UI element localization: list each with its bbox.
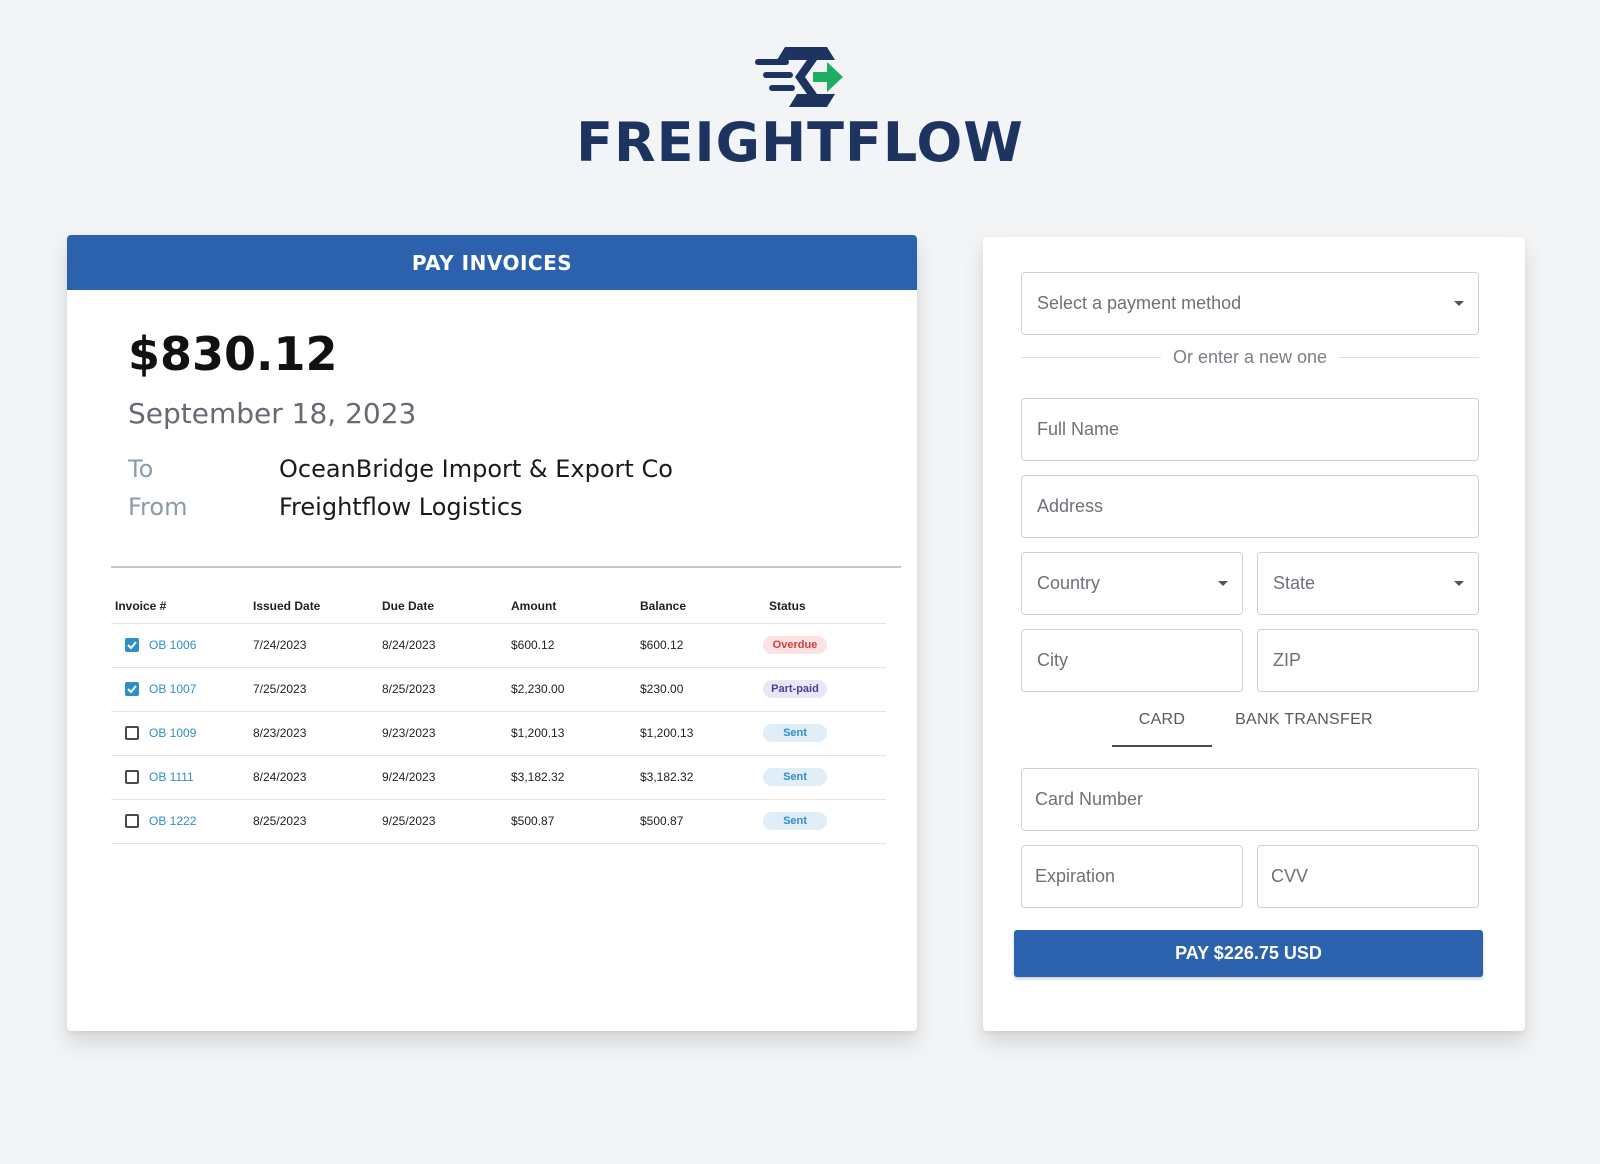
tab-bank-transfer[interactable]: BANK TRANSFER xyxy=(1229,707,1379,751)
column-header-status: Status xyxy=(765,590,886,624)
due-date: 9/24/2023 xyxy=(378,755,507,800)
cvv-placeholder: CVV xyxy=(1271,866,1309,886)
row-checkbox[interactable] xyxy=(125,814,139,828)
amount: $1,200.13 xyxy=(507,711,636,756)
balance: $600.12 xyxy=(636,623,765,668)
row-checkbox[interactable] xyxy=(125,770,139,784)
status-badge: Sent xyxy=(763,812,827,830)
country-placeholder: Country xyxy=(1037,573,1101,593)
divider xyxy=(111,566,901,568)
from-label: From xyxy=(128,493,188,521)
expiration-field[interactable]: Expiration xyxy=(1021,845,1243,908)
issued-date: 7/25/2023 xyxy=(249,667,378,712)
checkmark-icon xyxy=(127,641,137,650)
invoice-link[interactable]: OB 1007 xyxy=(149,682,196,696)
panel-header: PAY INVOICES xyxy=(67,235,917,290)
due-date: 8/25/2023 xyxy=(378,667,507,712)
balance: $3,182.32 xyxy=(636,755,765,800)
table-row[interactable]: OB 1007 7/25/2023 8/25/2023 $2,230.00 $2… xyxy=(111,667,886,712)
invoice-link[interactable]: OB 1111 xyxy=(149,770,194,784)
issued-date: 8/25/2023 xyxy=(249,799,378,844)
column-header-issued-date: Issued Date xyxy=(249,590,378,624)
cvv-field[interactable]: CVV xyxy=(1257,845,1479,908)
due-date: 8/24/2023 xyxy=(378,623,507,668)
state-select[interactable]: State xyxy=(1257,552,1479,615)
table-header-row: Invoice # Issued Date Due Date Amount Ba… xyxy=(111,590,886,624)
due-date: 9/25/2023 xyxy=(378,799,507,844)
address-field[interactable]: Address xyxy=(1021,475,1479,538)
expiration-placeholder: Expiration xyxy=(1035,866,1116,886)
zip-field[interactable]: ZIP xyxy=(1257,629,1479,692)
row-checkbox[interactable] xyxy=(125,726,139,740)
table-row[interactable]: OB 1111 8/24/2023 9/24/2023 $3,182.32 $3… xyxy=(111,755,886,800)
chevron-down-icon xyxy=(1454,581,1464,586)
issued-date: 8/23/2023 xyxy=(249,711,378,756)
balance: $1,200.13 xyxy=(636,711,765,756)
balance: $500.87 xyxy=(636,799,765,844)
issued-date: 8/24/2023 xyxy=(249,755,378,800)
row-checkbox[interactable] xyxy=(125,638,139,652)
full-name-placeholder: Full Name xyxy=(1037,419,1120,439)
column-header-amount: Amount xyxy=(507,590,636,624)
table-row[interactable]: OB 1009 8/23/2023 9/23/2023 $1,200.13 $1… xyxy=(111,711,886,756)
brand-logo: FREIGHTFLOW xyxy=(0,44,1600,170)
total-amount: $830.12 xyxy=(128,327,338,381)
address-placeholder: Address xyxy=(1037,496,1104,516)
payment-method-select[interactable]: Select a payment method xyxy=(1021,272,1479,335)
to-value: OceanBridge Import & Export Co xyxy=(279,455,673,483)
status-badge: Part-paid xyxy=(763,680,827,698)
amount: $500.87 xyxy=(507,799,636,844)
row-checkbox[interactable] xyxy=(125,682,139,696)
chevron-down-icon xyxy=(1218,581,1228,586)
payment-method-placeholder: Select a payment method xyxy=(1037,293,1242,313)
divider-line xyxy=(1021,357,1161,358)
card-number-placeholder: Card Number xyxy=(1035,789,1144,809)
chevron-down-icon xyxy=(1454,301,1464,306)
payment-type-tabs: CARD BANK TRANSFER xyxy=(983,707,1525,751)
invoice-table: Invoice # Issued Date Due Date Amount Ba… xyxy=(111,590,886,844)
city-field[interactable]: City xyxy=(1021,629,1243,692)
table-row[interactable]: OB 1006 7/24/2023 8/24/2023 $600.12 $600… xyxy=(111,623,886,668)
divider-line xyxy=(1339,357,1479,358)
invoice-link[interactable]: OB 1222 xyxy=(149,814,196,828)
amount: $600.12 xyxy=(507,623,636,668)
pay-button[interactable]: PAY $226.75 USD xyxy=(1014,930,1483,977)
checkmark-icon xyxy=(127,685,137,694)
amount: $2,230.00 xyxy=(507,667,636,712)
from-row: From Freightflow Logistics xyxy=(128,493,523,521)
state-placeholder: State xyxy=(1273,573,1316,593)
due-date: 9/23/2023 xyxy=(378,711,507,756)
balance: $230.00 xyxy=(636,667,765,712)
or-divider: Or enter a new one xyxy=(1021,347,1479,368)
or-text: Or enter a new one xyxy=(1172,347,1328,367)
column-header-due-date: Due Date xyxy=(378,590,507,624)
issued-date: 7/24/2023 xyxy=(249,623,378,668)
invoice-panel: PAY INVOICES $830.12 September 18, 2023 … xyxy=(67,235,917,1031)
invoice-date: September 18, 2023 xyxy=(128,397,417,430)
brand-name: FREIGHTFLOW xyxy=(576,111,1024,174)
invoice-link[interactable]: OB 1009 xyxy=(149,726,196,740)
amount: $3,182.32 xyxy=(507,755,636,800)
freightflow-logo-icon xyxy=(755,47,843,107)
status-badge: Sent xyxy=(763,724,827,742)
to-label: To xyxy=(128,455,154,483)
column-header-balance: Balance xyxy=(636,590,765,624)
table-row[interactable]: OB 1222 8/25/2023 9/25/2023 $500.87 $500… xyxy=(111,799,886,844)
card-number-field[interactable]: Card Number xyxy=(1021,768,1479,831)
column-header-invoice: Invoice # xyxy=(111,590,249,624)
full-name-field[interactable]: Full Name xyxy=(1021,398,1479,461)
from-value: Freightflow Logistics xyxy=(279,493,523,521)
to-row: To OceanBridge Import & Export Co xyxy=(128,455,673,483)
zip-placeholder: ZIP xyxy=(1273,650,1302,670)
city-placeholder: City xyxy=(1037,650,1068,670)
country-select[interactable]: Country xyxy=(1021,552,1243,615)
payment-panel: Select a payment method Or enter a new o… xyxy=(983,237,1525,1031)
active-tab-indicator xyxy=(1112,745,1212,747)
status-badge: Sent xyxy=(763,768,827,786)
invoice-link[interactable]: OB 1006 xyxy=(149,638,196,652)
status-badge: Overdue xyxy=(763,636,827,654)
